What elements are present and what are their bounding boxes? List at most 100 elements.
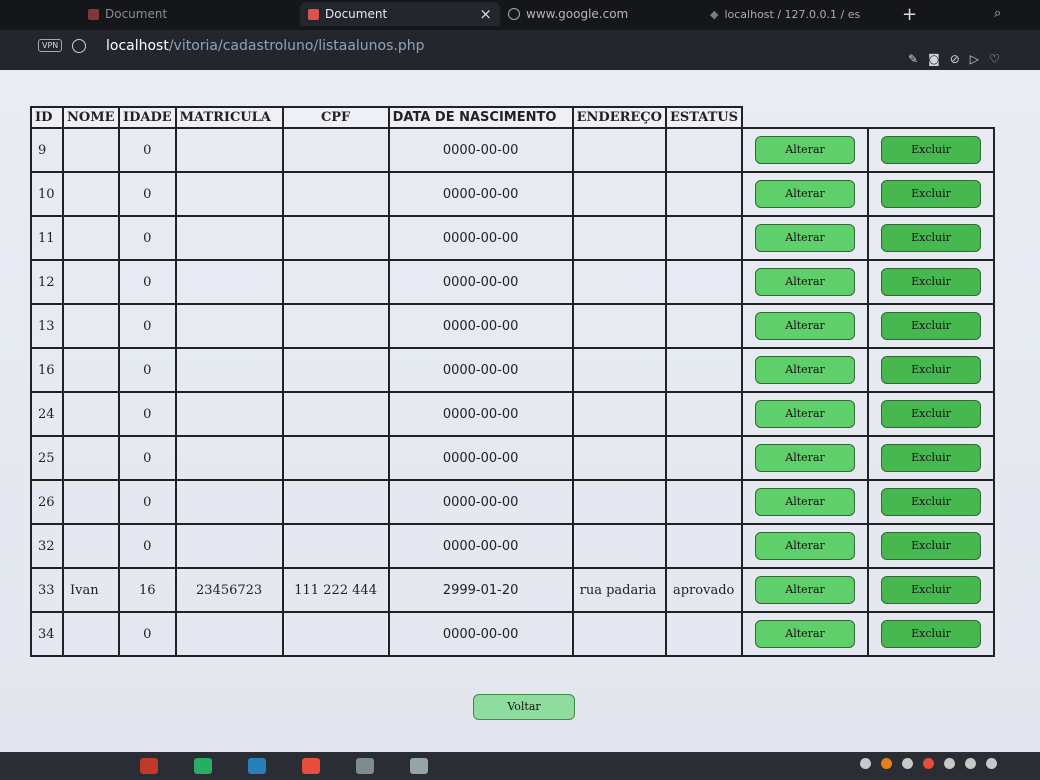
app-icon[interactable] <box>194 758 212 774</box>
table-row: 33 Ivan 16 23456723 111 222 444 2999-01-20 rua… <box>30 567 996 613</box>
cell-cpf: 111 222 444 <box>281 567 390 613</box>
site-info-icon[interactable] <box>72 39 86 53</box>
cell-data-nascimento: 0000-00-00 <box>387 259 574 305</box>
delete-button[interactable]: Excluir <box>881 224 982 252</box>
delete-button[interactable]: Excluir <box>881 356 982 384</box>
cell-data-nascimento: 0000-00-00 <box>387 611 574 657</box>
delete-button[interactable]: Excluir <box>881 488 982 516</box>
cell-matricula <box>174 127 284 173</box>
cell-delete-action: Excluir <box>867 523 996 569</box>
shield-icon[interactable]: ⊘ <box>950 52 960 66</box>
alter-button[interactable]: Alterar <box>755 532 856 560</box>
cell-endereco <box>571 259 667 305</box>
tab-phpmyadmin[interactable]: ◆ localhost / 127.0.0.1 / es <box>710 2 860 26</box>
tab-search-icon[interactable]: ⌕ <box>994 6 1001 21</box>
cell-matricula <box>174 347 284 393</box>
header-data-nascimento: DATA DE NASCIMENTO <box>387 106 574 129</box>
table-row: 34 0 0000-00-00 Alterar Excluir <box>30 611 996 657</box>
wifi-icon[interactable] <box>986 758 997 769</box>
cell-endereco <box>571 215 667 261</box>
cell-matricula <box>174 479 284 525</box>
tab-google[interactable]: www.google.com <box>508 2 628 26</box>
heart-icon[interactable]: ♡ <box>989 52 1000 66</box>
app-icon[interactable] <box>140 758 158 774</box>
delete-button[interactable]: Excluir <box>881 268 982 296</box>
alter-button[interactable]: Alterar <box>755 576 856 604</box>
browser-app-icon[interactable] <box>302 758 320 774</box>
delete-button[interactable]: Excluir <box>881 620 982 648</box>
alter-button[interactable]: Alterar <box>755 444 856 472</box>
cell-idade: 0 <box>118 479 177 525</box>
delete-button[interactable]: Excluir <box>881 136 982 164</box>
tab-document-active[interactable]: Document × <box>300 2 500 26</box>
delete-button[interactable]: Excluir <box>881 444 982 472</box>
cell-data-nascimento: 0000-00-00 <box>387 171 574 217</box>
tray-icon[interactable] <box>881 758 892 769</box>
cell-nome <box>62 523 120 569</box>
cell-delete-action: Excluir <box>867 347 996 393</box>
delete-button[interactable]: Excluir <box>881 312 982 340</box>
cell-nome <box>62 215 120 261</box>
app-icon[interactable] <box>356 758 374 774</box>
alter-button[interactable]: Alterar <box>755 312 856 340</box>
cell-estatus <box>664 259 744 305</box>
cell-data-nascimento: 0000-00-00 <box>387 215 574 261</box>
phpmyadmin-icon: ◆ <box>710 7 719 21</box>
cell-nome <box>62 611 120 657</box>
browser-tab-bar: Document Document × www.google.com ◆ loc… <box>0 0 1040 30</box>
new-tab-button[interactable]: + <box>902 4 917 25</box>
alter-button[interactable]: Alterar <box>755 620 856 648</box>
delete-button[interactable]: Excluir <box>881 532 982 560</box>
cell-matricula <box>174 611 284 657</box>
cell-nome <box>62 171 120 217</box>
cell-idade: 0 <box>118 523 177 569</box>
cell-id: 33 <box>30 567 64 613</box>
settings-icon[interactable] <box>410 758 428 774</box>
cell-cpf <box>281 523 390 569</box>
edit-icon[interactable]: ✎ <box>908 52 918 66</box>
cell-estatus <box>664 127 744 173</box>
url-field[interactable]: localhost/vitoria/cadastroluno/listaalun… <box>106 38 425 54</box>
cell-alter-action: Alterar <box>741 611 870 657</box>
cell-delete-action: Excluir <box>867 303 996 349</box>
cell-cpf <box>281 435 390 481</box>
cell-id: 12 <box>30 259 64 305</box>
header-nome: NOME <box>62 106 120 129</box>
cell-data-nascimento: 0000-00-00 <box>387 479 574 525</box>
cell-idade: 0 <box>118 347 177 393</box>
delete-button[interactable]: Excluir <box>881 400 982 428</box>
table-row: 12 0 0000-00-00 Alterar Excluir <box>30 259 996 305</box>
app-icon[interactable] <box>248 758 266 774</box>
camera-icon[interactable]: ◙ <box>928 52 940 66</box>
cell-estatus: aprovado <box>664 567 744 613</box>
cell-alter-action: Alterar <box>741 391 870 437</box>
back-button[interactable]: Voltar <box>473 694 575 720</box>
alter-button[interactable]: Alterar <box>755 180 856 208</box>
alter-button[interactable]: Alterar <box>755 356 856 384</box>
close-tab-icon[interactable]: × <box>479 5 492 23</box>
vpn-badge[interactable]: VPN <box>38 39 63 52</box>
cell-estatus <box>664 391 744 437</box>
cell-id: 16 <box>30 347 64 393</box>
tray-icon[interactable] <box>860 758 871 769</box>
alter-button[interactable]: Alterar <box>755 400 856 428</box>
cell-delete-action: Excluir <box>867 215 996 261</box>
volume-icon[interactable] <box>965 758 976 769</box>
cell-id: 13 <box>30 303 64 349</box>
alter-button[interactable]: Alterar <box>755 136 856 164</box>
alter-button[interactable]: Alterar <box>755 488 856 516</box>
play-icon[interactable]: ▷ <box>970 52 979 66</box>
os-taskbar <box>0 752 1040 780</box>
battery-icon[interactable] <box>944 758 955 769</box>
tray-icon[interactable] <box>902 758 913 769</box>
tab-document-1[interactable]: Document <box>88 2 167 26</box>
alter-button[interactable]: Alterar <box>755 224 856 252</box>
cell-nome <box>62 391 120 437</box>
tray-icon[interactable] <box>923 758 934 769</box>
cell-nome <box>62 127 120 173</box>
cell-matricula <box>174 215 284 261</box>
cell-matricula <box>174 391 284 437</box>
delete-button[interactable]: Excluir <box>881 576 982 604</box>
delete-button[interactable]: Excluir <box>881 180 982 208</box>
alter-button[interactable]: Alterar <box>755 268 856 296</box>
